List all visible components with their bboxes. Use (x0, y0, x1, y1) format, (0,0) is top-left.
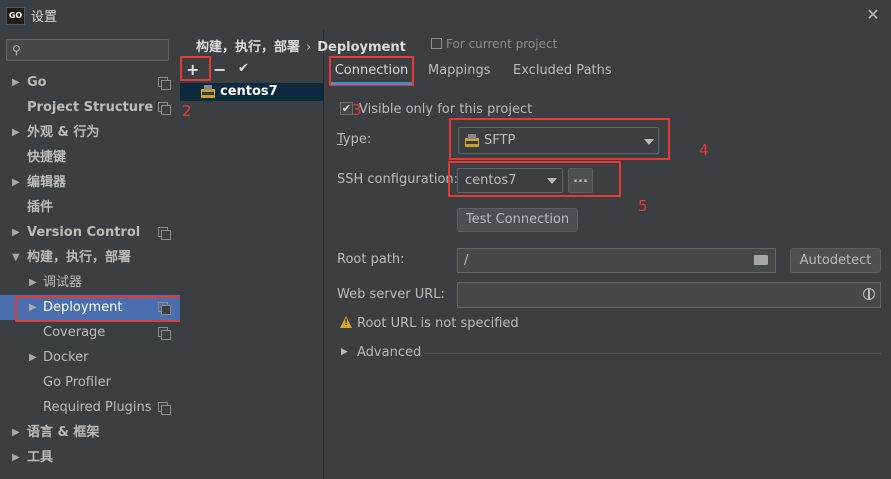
web-server-url-label: Web server URL: (337, 287, 445, 302)
warning-icon: ! (340, 316, 352, 328)
sidebar-item-label: 快捷键 (27, 150, 67, 165)
sidebar-item-label: 语言 & 框架 (27, 425, 100, 440)
ssh-config-more-button[interactable]: ... (568, 168, 593, 193)
chevron-down-icon[interactable]: ▼ (12, 245, 20, 270)
chevron-right-icon[interactable]: ▶ (12, 420, 20, 445)
annotation-5: 5 (638, 197, 648, 215)
tab-excluded-paths[interactable]: Excluded Paths (513, 63, 612, 78)
chevron-down-icon (644, 139, 654, 145)
type-value: SFTP (484, 133, 516, 148)
ssh-config-value: centos7 (465, 173, 517, 188)
sidebar-item-label: 外观 & 行为 (27, 125, 100, 140)
apply-check-button[interactable]: ✔ (238, 61, 249, 76)
sidebar-item[interactable]: ▶ 编辑器 (0, 170, 180, 195)
breadcrumb: 构建，执行，部署 › Deployment (196, 36, 406, 55)
ssh-config-dropdown[interactable]: centos7 (457, 168, 563, 193)
sidebar-item-label: 编辑器 (27, 175, 67, 190)
advanced-section-toggle[interactable]: Advanced (357, 345, 421, 360)
chevron-right-icon[interactable]: ▶ (12, 445, 20, 470)
annotation-2: 2 (182, 102, 192, 120)
settings-sidebar: ⚲ ▶ Go Project Structure ▶ 外观 & 行为 快捷键 ▶ 编辑器插件 ▶… (0, 30, 180, 479)
title-bar: GO 设置 ✕ (0, 0, 891, 30)
breadcrumb-separator: › (306, 40, 312, 55)
sidebar-item[interactable]: Go Profiler (0, 370, 180, 395)
sidebar-item-label: 构建，执行，部署 (27, 250, 132, 265)
project-scope-icon (158, 327, 171, 340)
breadcrumb-parent[interactable]: 构建，执行，部署 (196, 40, 300, 55)
sftp-icon (465, 134, 479, 147)
tab-mappings[interactable]: Mappings (428, 63, 491, 78)
folder-icon[interactable] (754, 255, 768, 265)
sidebar-item-label: 插件 (27, 200, 54, 215)
search-icon: ⚲ (12, 43, 21, 57)
type-label-text: ype: (342, 132, 372, 147)
sidebar-item[interactable]: ▶ Version Control (0, 220, 180, 245)
sidebar-item-label: 工具 (27, 450, 54, 465)
project-scope-icon (158, 102, 171, 115)
ssh-config-label: SSH configuration: (337, 172, 459, 187)
close-icon[interactable]: ✕ (862, 4, 884, 26)
sidebar-item-label: Go (27, 75, 47, 90)
sidebar-item-label: Docker (43, 350, 89, 365)
type-dropdown[interactable]: SFTP (458, 127, 659, 154)
project-scope-icon (158, 402, 171, 415)
sidebar-item-label: Go Profiler (43, 375, 111, 390)
scope-label: For current project (431, 37, 557, 51)
chevron-right-icon[interactable]: ▶ (12, 170, 20, 195)
sidebar-item[interactable]: 快捷键 (0, 145, 180, 170)
highlight-box-deployment (15, 296, 182, 322)
visible-only-label: Visible only for this project (359, 102, 533, 117)
type-label: Type: (337, 132, 372, 147)
highlight-box-add (180, 56, 211, 81)
test-connection-button[interactable]: Test Connection (457, 208, 578, 232)
chevron-right-icon[interactable]: ▶ (341, 347, 348, 357)
root-path-input[interactable]: / (457, 248, 776, 273)
sidebar-item[interactable]: ▶ 外观 & 行为 (0, 120, 180, 145)
root-path-value: / (464, 253, 469, 268)
sidebar-item[interactable]: ▶ 调试器 (0, 270, 180, 295)
window-title: 设置 (31, 10, 58, 25)
chevron-right-icon[interactable]: ▶ (29, 345, 37, 370)
chevron-right-icon[interactable]: ▶ (12, 220, 20, 245)
sidebar-item[interactable]: ▼ 构建，执行，部署 (0, 245, 180, 270)
search-input[interactable]: ⚲ (6, 39, 169, 61)
sidebar-item[interactable]: 插件 (0, 195, 180, 220)
sidebar-item[interactable]: Project Structure (0, 95, 180, 120)
active-tab-indicator (331, 82, 412, 85)
sidebar-item-label: Project Structure (27, 100, 154, 115)
sidebar-item-label: 调试器 (43, 275, 83, 290)
web-server-url-input[interactable] (457, 282, 881, 308)
sidebar-item-label: Required Plugins (43, 400, 152, 415)
sftp-icon (201, 85, 215, 98)
autodetect-button[interactable]: Autodetect (790, 248, 881, 273)
sidebar-item-label: Version Control (27, 225, 141, 240)
annotation-4: 4 (699, 141, 709, 159)
chevron-right-icon[interactable]: ▶ (12, 70, 20, 95)
server-item-centos7[interactable]: centos7 (180, 83, 324, 101)
chevron-down-icon (547, 178, 557, 184)
chevron-right-icon[interactable]: ▶ (29, 270, 37, 295)
advanced-divider (424, 353, 881, 354)
server-item-label: centos7 (220, 84, 278, 99)
breadcrumb-current: Deployment (317, 40, 406, 55)
remove-button[interactable]: − (213, 60, 226, 79)
app-logo-icon: GO (6, 7, 25, 25)
sidebar-item[interactable]: ▶ 工具 (0, 445, 180, 470)
project-scope-icon (431, 38, 442, 49)
globe-icon[interactable] (863, 288, 875, 300)
root-path-label: Root path: (337, 252, 405, 267)
sidebar-item-label: Coverage (43, 325, 106, 340)
scope-text: For current project (446, 37, 558, 51)
project-scope-icon (158, 77, 171, 90)
sidebar-item[interactable]: ▶ Docker (0, 345, 180, 370)
sidebar-item[interactable]: ▶ 语言 & 框架 (0, 420, 180, 445)
project-scope-icon (158, 227, 171, 240)
sidebar-item[interactable]: Required Plugins (0, 395, 180, 420)
annotation-3: 3 (352, 101, 362, 119)
warning-text: Root URL is not specified (357, 316, 519, 331)
chevron-right-icon[interactable]: ▶ (12, 120, 20, 145)
sidebar-item[interactable]: ▶ Go (0, 70, 180, 95)
sidebar-item[interactable]: Coverage (0, 320, 180, 345)
